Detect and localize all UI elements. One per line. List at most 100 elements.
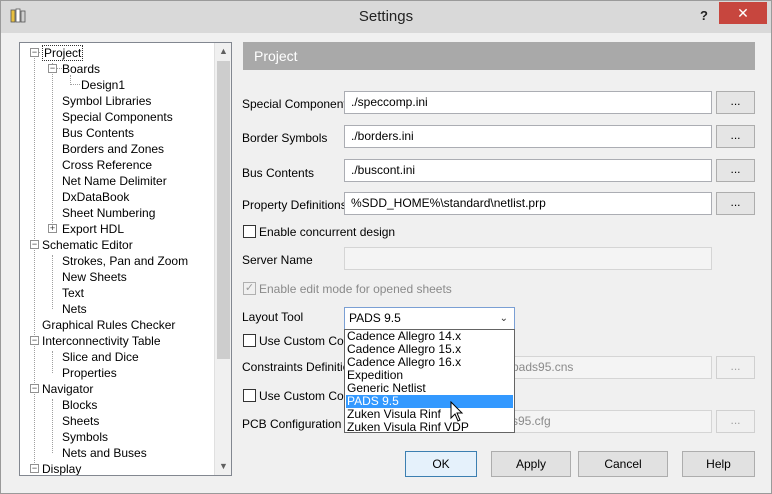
settings-window: Settings ? ✕ − − + − − − − Project Board… [0, 0, 772, 494]
title-bar: Settings ? ✕ [1, 1, 771, 33]
tree-item-interconnectivity-table[interactable]: Interconnectivity Table [42, 333, 161, 349]
close-button[interactable]: ✕ [719, 2, 767, 24]
edit-mode-checkbox[interactable]: ✓ [243, 282, 256, 295]
special-components-field[interactable]: ./speccomp.ini [344, 91, 712, 114]
expander-export-hdl[interactable]: + [48, 224, 57, 233]
tree-item-export-hdl[interactable]: Export HDL [62, 221, 124, 237]
constraints-definition-label: Constraints Definitio [242, 360, 350, 374]
tree-item-new-sheets[interactable]: New Sheets [62, 269, 127, 285]
bus-contents-browse-button[interactable]: ... [716, 159, 755, 182]
custom-config-label: Use Custom Confi [259, 389, 357, 403]
tree-item-label: Symbol Libraries [62, 94, 152, 108]
tree-item-net-name-delimiter[interactable]: Net Name Delimiter [62, 173, 167, 189]
ok-button[interactable]: OK [405, 451, 477, 477]
custom-constraints-checkbox[interactable] [243, 334, 256, 347]
tree-item-label: Interconnectivity Table [42, 334, 161, 348]
tree-item-sheet-numbering[interactable]: Sheet Numbering [62, 205, 155, 221]
concurrent-design-checkbox[interactable] [243, 225, 256, 238]
tree-item-label: Navigator [42, 382, 94, 396]
tree-item-navigator[interactable]: Navigator [42, 381, 93, 397]
tree-item-label: Export HDL [62, 222, 125, 236]
tree-item-schematic-editor[interactable]: Schematic Editor [42, 237, 133, 253]
scroll-down-icon[interactable]: ▼ [215, 458, 231, 475]
scroll-up-icon[interactable]: ▲ [215, 43, 231, 60]
tree-item-label: Nets [62, 302, 87, 316]
tree-item-borders-and-zones[interactable]: Borders and Zones [62, 141, 164, 157]
layout-tool-label: Layout Tool [242, 310, 304, 324]
tree-item-boards[interactable]: Boards [62, 61, 100, 77]
constraints-definition-value: pads95.cns [512, 360, 574, 374]
tree-item-label: Cross Reference [62, 158, 153, 172]
tree-scrollbar[interactable]: ▲ ▼ [214, 43, 231, 475]
expander-boards[interactable]: − [48, 64, 57, 73]
tree-item-nets-and-buses[interactable]: Nets and Buses [62, 445, 147, 461]
tree-item-display[interactable]: Display [42, 461, 82, 476]
tree-item-nets[interactable]: Nets [62, 301, 87, 317]
tree-item-label: Design1 [81, 78, 126, 92]
custom-constraints-label: Use Custom Cons [259, 334, 357, 348]
tree-item-cross-reference[interactable]: Cross Reference [62, 157, 152, 173]
expander-project[interactable]: − [30, 48, 39, 57]
tree-item-slice-and-dice[interactable]: Slice and Dice [62, 349, 139, 365]
scroll-thumb[interactable] [217, 61, 230, 359]
border-symbols-field[interactable]: ./borders.ini [344, 125, 712, 148]
pcb-configuration-label: PCB Configuration [242, 417, 342, 431]
pcb-configuration-value: s95.cfg [512, 414, 551, 428]
tree-item-label: Boards [62, 62, 101, 76]
server-name-label: Server Name [242, 253, 313, 267]
window-title: Settings [358, 8, 414, 25]
tree-item-label: New Sheets [62, 270, 127, 284]
settings-tree[interactable]: − − + − − − − Project Boards Design1 Sym… [19, 42, 232, 476]
dropdown-option[interactable]: Zuken Visula Rinf VDP [346, 421, 513, 434]
tree-item-label: Properties [62, 366, 117, 380]
tree-item-design1[interactable]: Design1 [81, 77, 125, 93]
tree-item-symbol-libraries[interactable]: Symbol Libraries [62, 93, 151, 109]
property-definitions-field[interactable]: %SDD_HOME%\standard\netlist.prp [344, 192, 712, 215]
custom-config-checkbox[interactable] [243, 389, 256, 402]
help-question-button[interactable]: ? [694, 6, 714, 26]
tree-item-graphical-rules-checker[interactable]: Graphical Rules Checker [42, 317, 175, 333]
tree-item-symbols[interactable]: Symbols [62, 429, 108, 445]
special-components-browse-button[interactable]: ... [716, 91, 755, 114]
layout-tool-select[interactable]: PADS 9.5 ⌄ [344, 307, 515, 330]
special-components-label: Special Components [242, 97, 353, 111]
layout-tool-value: PADS 9.5 [349, 311, 401, 325]
pcb-configuration-browse-button[interactable]: ... [716, 410, 755, 433]
bus-contents-field[interactable]: ./buscont.ini [344, 159, 712, 182]
expander-display[interactable]: − [30, 464, 39, 473]
property-definitions-browse-button[interactable]: ... [716, 192, 755, 215]
tree-item-properties[interactable]: Properties [62, 365, 117, 381]
tree-item-label: Strokes, Pan and Zoom [62, 254, 189, 268]
concurrent-design-label: Enable concurrent design [259, 225, 396, 239]
expander-navigator[interactable]: − [30, 384, 39, 393]
tree-item-dxdatabook[interactable]: DxDataBook [62, 189, 129, 205]
tree-item-label: Bus Contents [62, 126, 135, 140]
tree-item-label: Text [62, 286, 85, 300]
tree-item-label: Graphical Rules Checker [42, 318, 176, 332]
tree-item-blocks[interactable]: Blocks [62, 397, 97, 413]
constraints-definition-browse-button[interactable]: ... [716, 356, 755, 379]
tree-item-project[interactable]: Project [42, 45, 84, 61]
tree-item-label: Special Components [62, 110, 173, 124]
expander-interconnectivity[interactable]: − [30, 336, 39, 345]
tree-item-label: Display [42, 462, 82, 476]
apply-button[interactable]: Apply [491, 451, 571, 477]
tree-item-label: Sheets [62, 414, 100, 428]
cancel-button[interactable]: Cancel [578, 451, 668, 477]
help-button[interactable]: Help [682, 451, 755, 477]
tree-item-bus-contents[interactable]: Bus Contents [62, 125, 134, 141]
tree-item-label: Sheet Numbering [62, 206, 156, 220]
tree-item-label: Slice and Dice [62, 350, 139, 364]
tree-item-label: Net Name Delimiter [62, 174, 167, 188]
server-name-field[interactable] [344, 247, 712, 270]
tree-item-sheets[interactable]: Sheets [62, 413, 99, 429]
tree-item-strokes-pan-zoom[interactable]: Strokes, Pan and Zoom [62, 253, 188, 269]
expander-schematic-editor[interactable]: − [30, 240, 39, 249]
chevron-down-icon[interactable]: ⌄ [500, 308, 508, 329]
property-definitions-label: Property Definitions [242, 198, 347, 212]
tree-item-special-components[interactable]: Special Components [62, 109, 173, 125]
tree-item-label: Schematic Editor [42, 238, 133, 252]
border-symbols-browse-button[interactable]: ... [716, 125, 755, 148]
tree-item-text[interactable]: Text [62, 285, 84, 301]
tree-item-label: Project [42, 45, 84, 61]
